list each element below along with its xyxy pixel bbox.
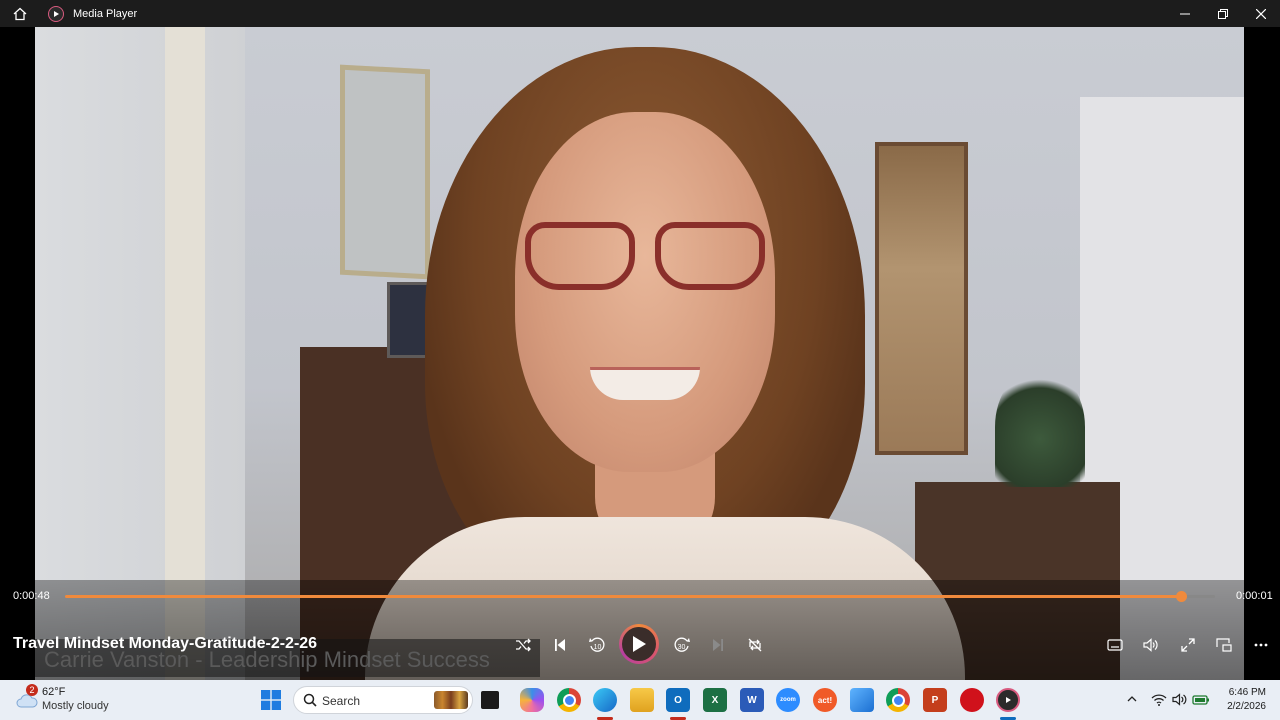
speaker-smile — [590, 367, 700, 400]
restore-button[interactable] — [1204, 0, 1242, 27]
next-button[interactable] — [703, 630, 733, 660]
play-icon — [633, 636, 646, 652]
file-explorer-icon[interactable] — [630, 688, 654, 712]
search-label: Search — [322, 694, 361, 708]
media-title: Travel Mindset Monday-Gratitude-2-2-26 — [13, 635, 318, 652]
next-icon — [713, 639, 723, 651]
skip-forward-button[interactable]: 30 — [667, 630, 697, 660]
search-icon — [303, 693, 317, 707]
play-button-inner — [622, 627, 656, 661]
more-options-button[interactable] — [1246, 630, 1276, 660]
close-icon — [1256, 8, 1266, 19]
weather-temperature: 62°F — [42, 686, 66, 698]
taskbar: 2 62°F Mostly cloudy Search O X W zoom a… — [0, 680, 1280, 720]
start-button[interactable] — [259, 688, 283, 712]
restore-icon — [1218, 8, 1228, 19]
mini-player-icon — [1216, 638, 1232, 652]
copilot-icon[interactable] — [520, 688, 544, 712]
photos-icon[interactable] — [850, 688, 874, 712]
chevron-up-icon[interactable] — [1127, 695, 1137, 702]
task-view-icon[interactable] — [481, 691, 499, 709]
captions-icon — [1107, 639, 1123, 651]
act-icon[interactable]: act! — [813, 688, 837, 712]
repeat-button[interactable] — [740, 630, 770, 660]
skip-forward-30-icon: 30 — [674, 637, 690, 652]
captions-button[interactable] — [1100, 630, 1130, 660]
play-button[interactable] — [619, 624, 659, 664]
home-button[interactable] — [0, 0, 40, 27]
lens-right — [655, 222, 765, 290]
zoom-icon-label: zoom — [780, 697, 796, 703]
speaker-icon[interactable] — [1172, 693, 1187, 706]
seek-bar-thumb[interactable] — [1175, 591, 1187, 602]
minimize-button[interactable] — [1166, 0, 1204, 27]
window-title: Media Player — [73, 7, 138, 20]
weather-widget[interactable]: 2 62°F Mostly cloudy — [16, 684, 136, 714]
repeat-off-icon — [748, 638, 762, 652]
svg-text:30: 30 — [678, 644, 686, 651]
lens-left — [525, 222, 635, 290]
media-player-app-icon — [48, 5, 64, 22]
remaining-time: 0:00:01 — [1236, 590, 1273, 602]
act-icon-label: act! — [817, 695, 833, 705]
battery-icon[interactable] — [1192, 693, 1210, 705]
skip-back-button[interactable]: 10 — [582, 630, 612, 660]
speaker-face — [515, 112, 775, 472]
seek-bar[interactable] — [65, 591, 1215, 602]
shuffle-icon — [516, 638, 531, 652]
clock-time: 6:46 PM — [1228, 687, 1266, 698]
media-player-taskbar-icon[interactable] — [996, 688, 1020, 712]
svg-text:10: 10 — [594, 644, 602, 651]
chrome-profile-icon[interactable] — [886, 688, 910, 712]
weather-badge: 2 — [26, 684, 38, 696]
expand-icon — [1181, 638, 1195, 652]
taskbar-search[interactable]: Search — [293, 686, 473, 714]
window-controls — [1166, 0, 1280, 27]
outlook-icon[interactable]: O — [666, 688, 690, 712]
edge-icon[interactable] — [593, 688, 617, 712]
zoom-icon[interactable]: zoom — [776, 688, 800, 712]
volume-button[interactable] — [1136, 630, 1166, 660]
acrobat-icon[interactable] — [960, 688, 984, 712]
system-clock[interactable]: 6:46 PM 2/2/2026 — [1222, 686, 1266, 714]
close-button[interactable] — [1242, 0, 1280, 27]
shuffle-button[interactable] — [508, 630, 538, 660]
more-icon — [1254, 643, 1268, 647]
home-icon — [13, 7, 27, 20]
title-bar: Media Player — [0, 0, 1280, 27]
weather-condition: Mostly cloudy — [42, 700, 109, 712]
windows-icon — [261, 690, 281, 710]
excel-icon[interactable]: X — [703, 688, 727, 712]
word-icon[interactable]: W — [740, 688, 764, 712]
previous-icon — [555, 639, 565, 651]
previous-button[interactable] — [545, 630, 575, 660]
minimize-icon — [1180, 13, 1190, 14]
wifi-icon[interactable] — [1151, 693, 1167, 706]
chrome-icon[interactable] — [557, 688, 581, 712]
speaker-glasses — [525, 222, 775, 292]
elapsed-time: 0:00:48 — [13, 590, 50, 602]
skip-back-10-icon: 10 — [589, 637, 605, 652]
seek-bar-played — [65, 595, 1181, 598]
search-highlight-books-icon — [434, 691, 468, 709]
volume-icon — [1143, 638, 1158, 652]
background-plant — [995, 367, 1085, 487]
fullscreen-button[interactable] — [1173, 630, 1203, 660]
powerpoint-icon[interactable]: P — [923, 688, 947, 712]
clock-date: 2/2/2026 — [1227, 701, 1266, 712]
mini-player-button[interactable] — [1209, 630, 1239, 660]
